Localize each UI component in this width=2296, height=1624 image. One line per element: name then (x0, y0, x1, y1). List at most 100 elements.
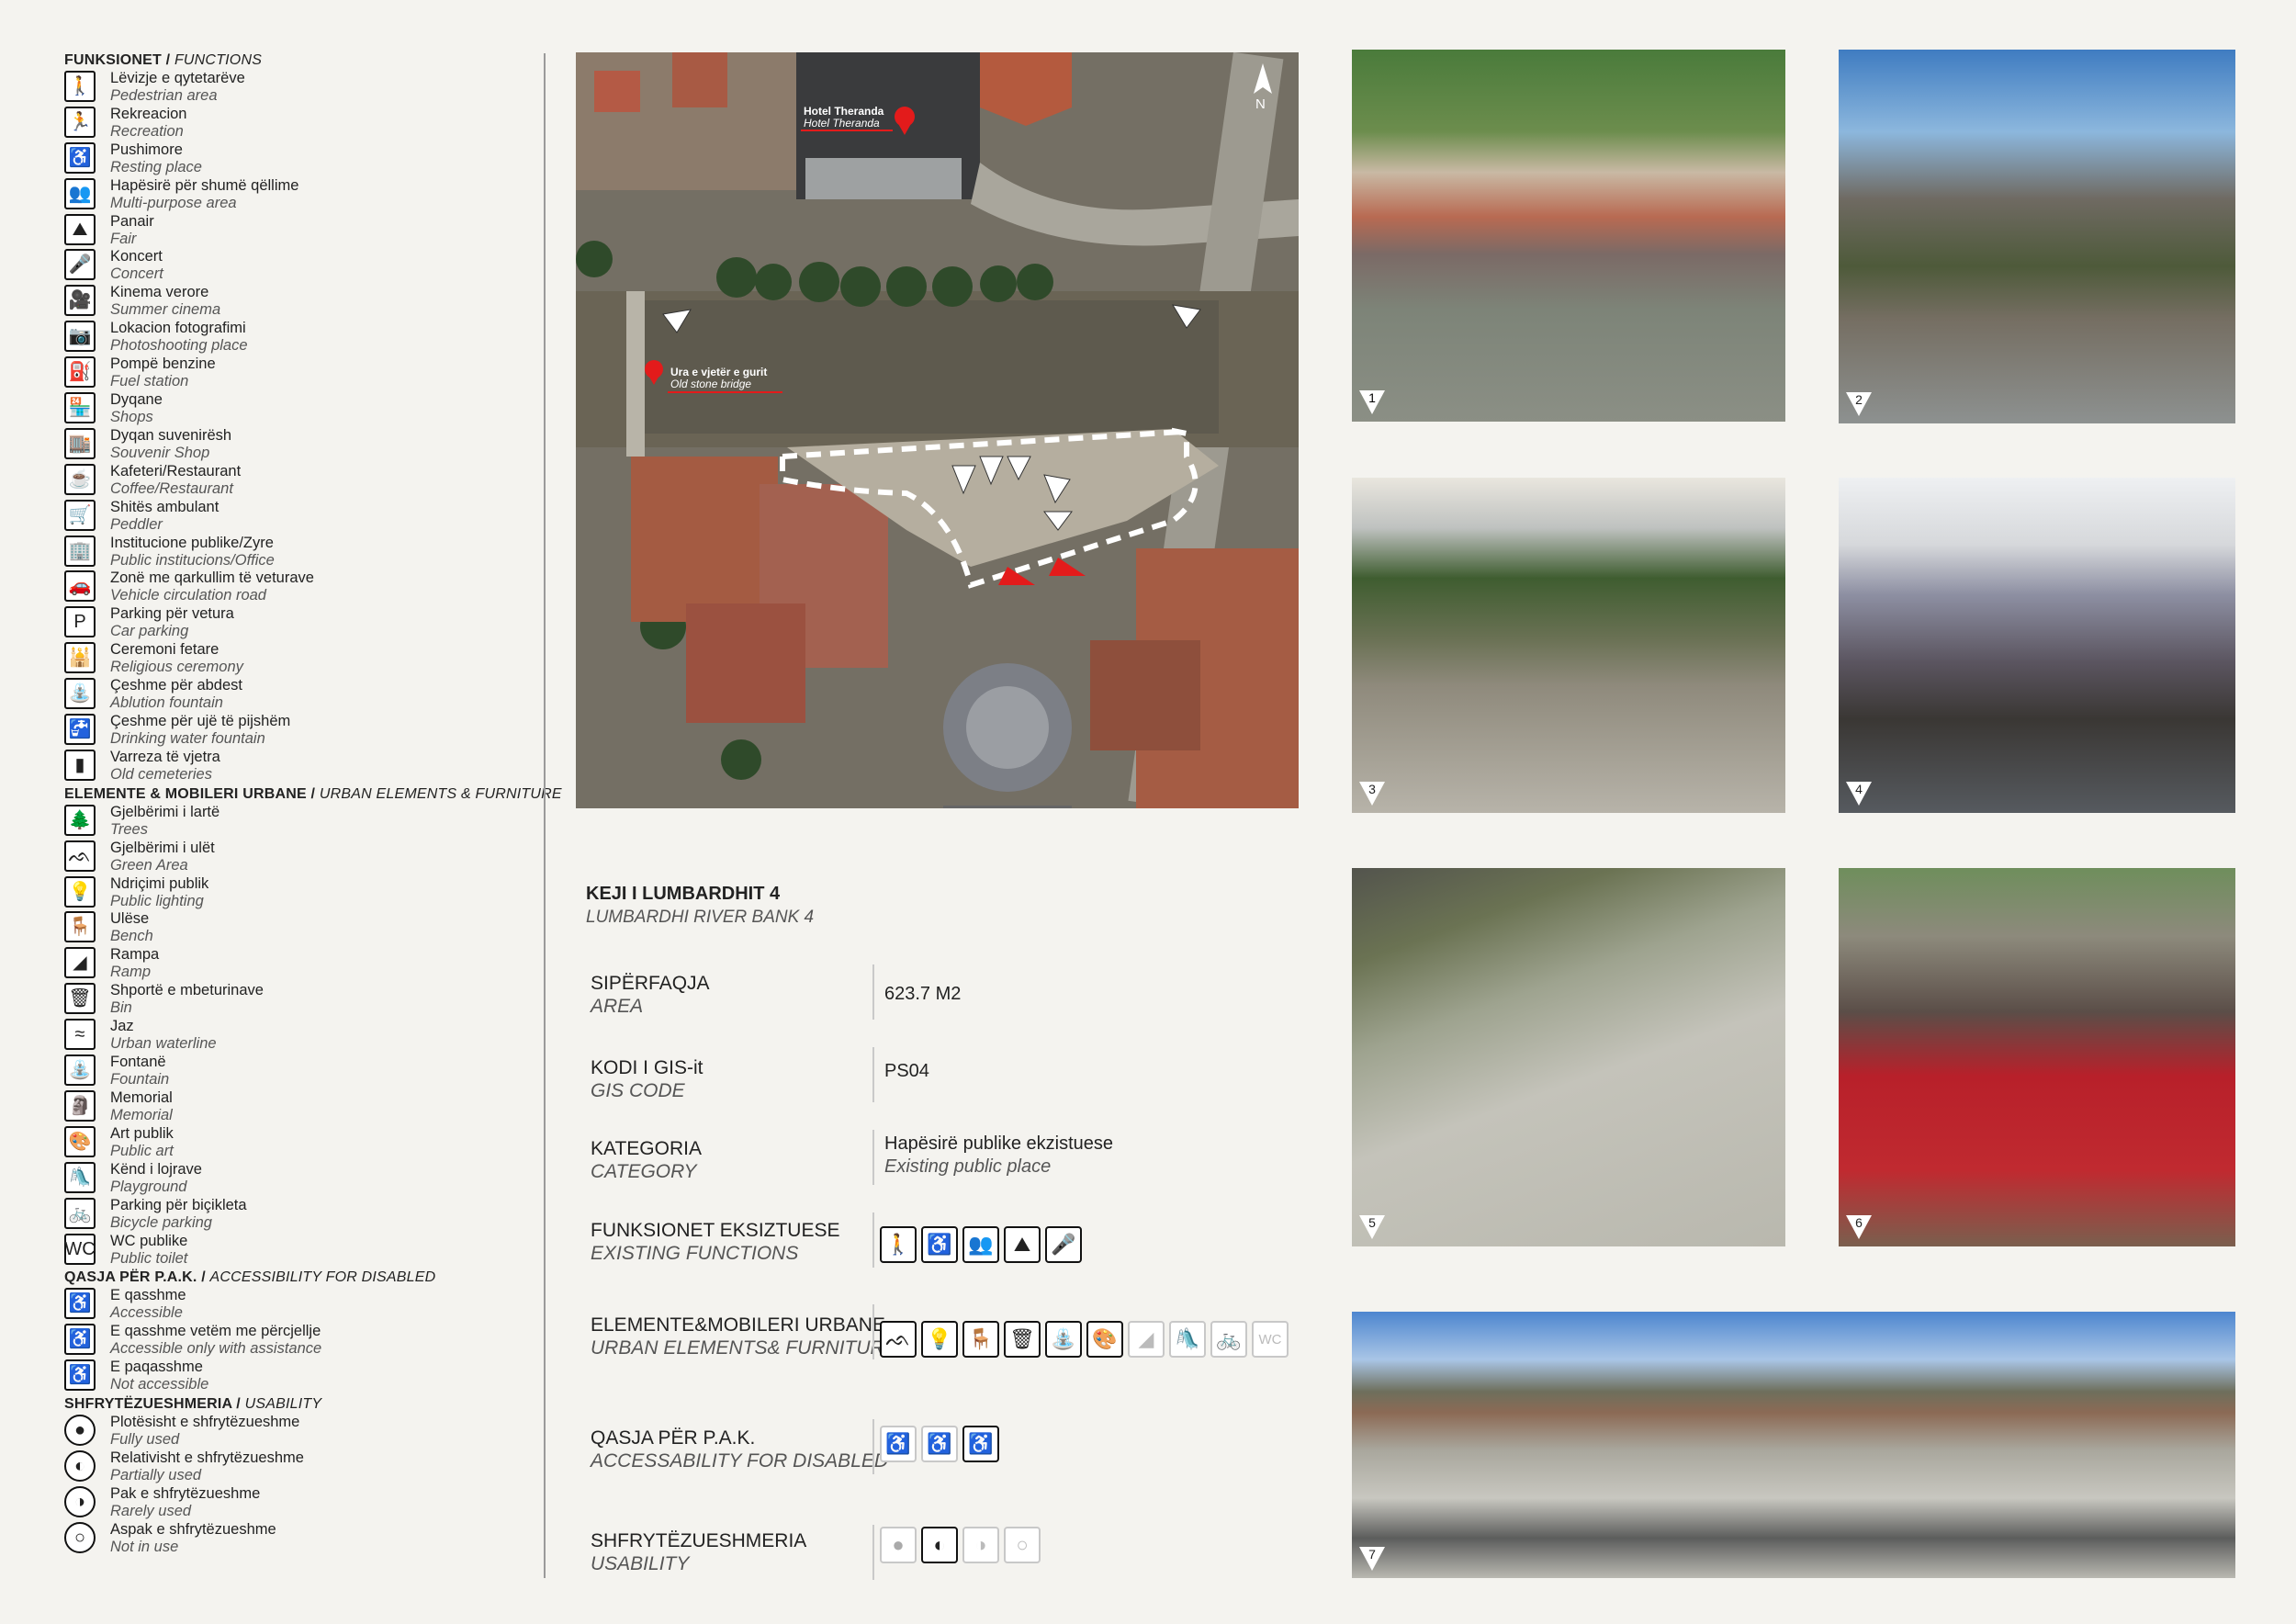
functions-legend-text: Pompë benzine Fuel station (110, 355, 216, 390)
legend-label-al: Pompë benzine (110, 355, 216, 373)
full-circle-icon: ● (880, 1527, 917, 1563)
tombstone-icon: ▮ (64, 749, 96, 781)
legend-label-al: Panair (110, 212, 154, 230)
legend-label-en: Accessible (110, 1304, 183, 1322)
bench-icon: 🪑 (64, 911, 96, 943)
elements-legend-item: ≈ Jaz Urban waterline (64, 1018, 542, 1054)
access-legend-item: ♿ E qasshme Accessible (64, 1287, 542, 1323)
film-camera-icon: 🎥 (64, 285, 96, 317)
empty-circle-icon: ○ (64, 1521, 96, 1553)
legend-label-al: Jaz (110, 1018, 134, 1035)
usability-legend-item: ○ Aspak e shfrytëzueshme Not in use (64, 1521, 542, 1557)
gis-value: PS04 (884, 1061, 929, 1081)
fuel-pump-icon: ⛽ (64, 356, 96, 389)
pedestrian-icon: 🚶 (880, 1226, 917, 1263)
functions-legend-item: 📷 Lokacion fotografimi Photoshooting place (64, 320, 542, 355)
site-subtitle: LUMBARDHI RIVER BANK 4 (586, 908, 815, 927)
cart-icon: 🛒 (64, 499, 96, 531)
access-divider (872, 1419, 874, 1474)
legend-label-en: Public lighting (110, 892, 204, 909)
access-label: QASJA PËR P.A.K. ACCESSABILITY FOR DISABL… (591, 1427, 889, 1472)
legend-label-en: Coffee/Restaurant (110, 479, 233, 497)
elements-label: ELEMENTE&MOBILERI URBANE URBAN ELEMENTS& … (591, 1314, 897, 1359)
elements-legend-text: Shportë e mbeturinave Bin (110, 982, 264, 1017)
grass-icon: ᨒ (64, 840, 96, 872)
elements-legend-text: Art publik Public art (110, 1125, 174, 1160)
legend-label-en: Fully used (110, 1431, 180, 1449)
elements-legend-item: ◢ Rampa Ramp (64, 946, 542, 982)
tree-icon: 🌲 (64, 804, 96, 836)
photo-3: 3 (1352, 478, 1785, 813)
photo-5: 5 (1352, 868, 1785, 1246)
legend-label-al: Dyqane (110, 391, 163, 409)
legend-label-en: Old cemeteries (110, 765, 212, 783)
legend-label-al: Institucione publike/Zyre (110, 534, 274, 551)
wheelchair-icon: ♿ (880, 1426, 917, 1462)
elements-divider (872, 1304, 874, 1359)
legend-label-al: Hapësirë për shumë qëllime (110, 176, 299, 194)
photo-number-5: 5 (1359, 1215, 1385, 1239)
ablution-fountain-icon: ⛲ (64, 678, 96, 710)
wheelchair-crossed-icon: ♿ (962, 1426, 999, 1462)
photo-number-1: 1 (1359, 390, 1385, 414)
legend-panel: FUNKSIONET / FUNCTIONS 🚶 Lëvizje e qyteta… (64, 51, 562, 1557)
elements-legend-item: 🛝 Kënd i lojrave Playground (64, 1161, 542, 1197)
gis-divider (872, 1047, 874, 1102)
category-value: Hapësirë publike ekzistuese Existing publ… (884, 1133, 1114, 1177)
ramp-icon: ◢ (1128, 1321, 1165, 1358)
north-label: N (1255, 96, 1266, 112)
quarter-circle-icon: ◑ (64, 1485, 96, 1517)
legend-label-al: Art publik (110, 1124, 174, 1142)
legend-label-en: Not in use (110, 1538, 179, 1555)
category-divider (872, 1130, 874, 1185)
camera-icon: 📷 (64, 321, 96, 353)
shop-icon: 🏪 (64, 392, 96, 424)
functions-legend-item: ☕ Kafeteri/Restaurant Coffee/Restaurant (64, 463, 542, 499)
legend-label-al: Varreza të vjetra (110, 748, 220, 765)
legend-label-en: Fair (110, 230, 137, 247)
sitting-person-icon: ♿ (921, 1226, 958, 1263)
photo-number-4: 4 (1846, 782, 1872, 806)
elements-legend-text: Fontanë Fountain (110, 1054, 169, 1088)
functions-legend-text: Ceremoni fetare Religious ceremony (110, 641, 243, 676)
legend-label-al: E qasshme vetëm me përcjellje (110, 1323, 321, 1340)
legend-label-al: Kënd i lojrave (110, 1160, 202, 1178)
photo-number-7: 7 (1359, 1547, 1385, 1571)
photo-1: 1 (1352, 50, 1785, 422)
functions-legend-item: 🏢 Institucione publike/Zyre Public institu… (64, 535, 542, 570)
legend-label-al: Parking për biçikleta (110, 1196, 247, 1213)
legend-label-en: Recreation (110, 122, 184, 140)
palette-icon: 🎨 (1086, 1321, 1123, 1358)
usability-label: SHFRYTËZUESHMERIA USABILITY (591, 1530, 807, 1574)
photo-2: 2 (1839, 50, 2235, 423)
functions-legend-text: Institucione publike/Zyre Public instituc… (110, 535, 275, 570)
ramp-icon: ◢ (64, 947, 96, 979)
elements-legend-text: Ndriçimi publik Public lighting (110, 875, 208, 910)
legend-label-en: Vehicle circulation road (110, 587, 266, 604)
elements-legend-item: 🗿 Memorial Memorial (64, 1089, 542, 1125)
legend-label-en: Ablution fountain (110, 694, 223, 712)
full-circle-icon: ● (64, 1415, 96, 1447)
street-lamp-icon: 💡 (64, 875, 96, 908)
elements-legend-text: Gjelbërimi i ulët Green Area (110, 840, 215, 874)
legend-label-en: Rarely used (110, 1502, 192, 1519)
elements-legend-text: Kënd i lojrave Playground (110, 1161, 202, 1196)
legend-label-en: Religious ceremony (110, 659, 243, 676)
legend-label-al: Pushimore (110, 141, 183, 158)
legend-label-al: Rampa (110, 946, 160, 964)
elements-legend-text: Rampa Ramp (110, 946, 159, 981)
legend-label-en: Fountain (110, 1071, 170, 1088)
elements-legend-item: WC WC publike Public toilet (64, 1233, 542, 1269)
category-label: KATEGORIA CATEGORY (591, 1138, 702, 1182)
usability-legend-item: ● Plotësisht e shfrytëzueshme Fully used (64, 1414, 542, 1449)
legend-label-en: Public institucions/Office (110, 551, 275, 569)
photo-4: 4 (1839, 478, 2235, 813)
legend-label-al: Shitës ambulant (110, 498, 219, 515)
photo-number-3: 3 (1359, 782, 1385, 806)
hotel-label: Hotel Theranda Hotel Theranda (804, 105, 884, 130)
access-header: QASJA PËR P.A.K. / ACCESSIBILITY FOR DIS… (64, 1269, 436, 1286)
functions-legend-item: 🏪 Dyqane Shops (64, 391, 542, 427)
legend-label-en: Summer cinema (110, 301, 221, 319)
legend-label-en: Peddler (110, 515, 163, 533)
usability-legend-text: Relativisht e shfrytëzueshme Partially us… (110, 1449, 304, 1484)
